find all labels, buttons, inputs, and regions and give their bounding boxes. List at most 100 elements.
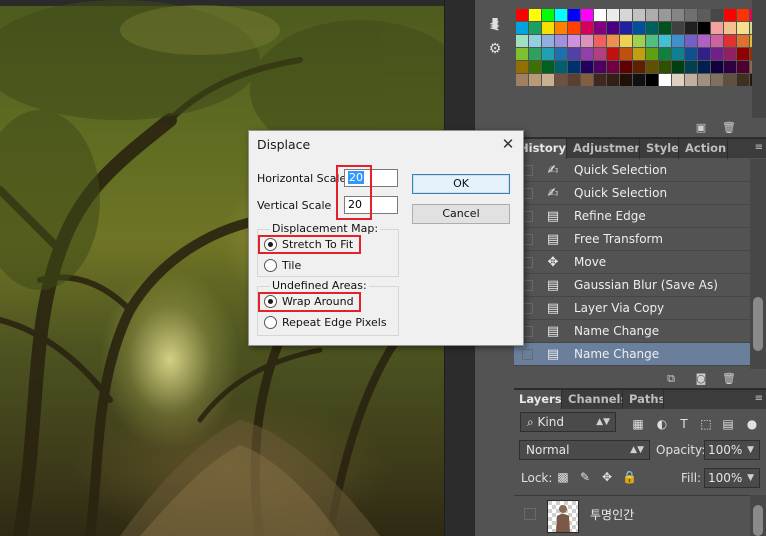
color-swatch[interactable] bbox=[672, 35, 684, 47]
color-swatch[interactable] bbox=[724, 9, 736, 21]
filter-toggle-icon[interactable]: ● bbox=[744, 417, 760, 431]
color-swatch[interactable] bbox=[620, 61, 632, 73]
color-swatch[interactable] bbox=[646, 61, 658, 73]
new-swatch-icon[interactable]: ▣ bbox=[694, 121, 708, 134]
color-swatch[interactable] bbox=[698, 9, 710, 21]
trash-icon[interactable]: 🗑 bbox=[722, 121, 736, 134]
history-item[interactable]: ▤ Refine Edge bbox=[514, 205, 750, 228]
color-swatch[interactable] bbox=[685, 74, 697, 86]
color-swatch[interactable] bbox=[516, 74, 528, 86]
new-document-from-state-icon[interactable]: ⧉ bbox=[664, 372, 678, 385]
history-item[interactable]: ▤ Layer Via Copy bbox=[514, 297, 750, 320]
color-swatch[interactable] bbox=[737, 9, 749, 21]
color-swatch[interactable] bbox=[633, 9, 645, 21]
color-swatch[interactable] bbox=[659, 61, 671, 73]
shape-filter-icon[interactable]: ⬚ bbox=[698, 417, 714, 431]
camera-icon[interactable]: ◙ bbox=[694, 372, 708, 385]
color-swatch[interactable] bbox=[724, 61, 736, 73]
color-swatch[interactable] bbox=[620, 35, 632, 47]
color-swatch[interactable] bbox=[516, 61, 528, 73]
color-swatch[interactable] bbox=[542, 22, 554, 34]
color-swatch[interactable] bbox=[633, 61, 645, 73]
color-swatch[interactable] bbox=[568, 61, 580, 73]
color-swatch[interactable] bbox=[594, 48, 606, 60]
cancel-button[interactable]: Cancel bbox=[412, 204, 510, 224]
color-swatch[interactable] bbox=[568, 22, 580, 34]
color-swatch[interactable] bbox=[659, 48, 671, 60]
color-swatch[interactable] bbox=[594, 35, 606, 47]
color-swatch[interactable] bbox=[685, 35, 697, 47]
color-swatch[interactable] bbox=[737, 61, 749, 73]
color-swatch[interactable] bbox=[724, 35, 736, 47]
color-swatch[interactable] bbox=[555, 22, 567, 34]
history-item[interactable]: ▤ Gaussian Blur (Save As) bbox=[514, 274, 750, 297]
color-swatch[interactable] bbox=[555, 74, 567, 86]
color-swatch[interactable] bbox=[529, 61, 541, 73]
color-swatch[interactable] bbox=[698, 22, 710, 34]
adjustment-filter-icon[interactable]: ◐ bbox=[654, 417, 670, 431]
color-swatch[interactable] bbox=[737, 22, 749, 34]
color-swatch[interactable] bbox=[633, 48, 645, 60]
color-swatch[interactable] bbox=[607, 22, 619, 34]
visibility-toggle[interactable] bbox=[524, 508, 536, 520]
trash-icon[interactable]: 🗑 bbox=[722, 372, 736, 385]
color-swatch[interactable] bbox=[581, 35, 593, 47]
color-swatch[interactable] bbox=[620, 22, 632, 34]
history-scrollbar-thumb[interactable] bbox=[753, 297, 763, 351]
color-swatch[interactable] bbox=[529, 35, 541, 47]
color-swatch[interactable] bbox=[620, 74, 632, 86]
color-swatch[interactable] bbox=[607, 35, 619, 47]
color-swatch[interactable] bbox=[581, 48, 593, 60]
color-swatch[interactable] bbox=[594, 22, 606, 34]
history-item[interactable]: ✍ Quick Selection bbox=[514, 182, 750, 205]
color-swatch[interactable] bbox=[646, 22, 658, 34]
color-swatch[interactable] bbox=[555, 61, 567, 73]
layer-row[interactable]: 투명인간 bbox=[514, 495, 750, 536]
color-swatch[interactable] bbox=[685, 22, 697, 34]
color-swatch[interactable] bbox=[698, 48, 710, 60]
color-swatch[interactable] bbox=[672, 22, 684, 34]
color-swatch[interactable] bbox=[672, 61, 684, 73]
color-swatch[interactable] bbox=[672, 74, 684, 86]
color-swatch[interactable] bbox=[659, 22, 671, 34]
color-swatch[interactable] bbox=[581, 74, 593, 86]
color-swatch[interactable] bbox=[698, 35, 710, 47]
color-swatch[interactable] bbox=[529, 74, 541, 86]
color-swatch[interactable] bbox=[581, 61, 593, 73]
color-swatch[interactable] bbox=[516, 35, 528, 47]
color-swatch[interactable] bbox=[529, 22, 541, 34]
opacity-field[interactable]: 100% ▼ bbox=[704, 440, 760, 460]
color-swatch[interactable] bbox=[555, 35, 567, 47]
color-swatch[interactable] bbox=[529, 48, 541, 60]
color-swatch[interactable] bbox=[659, 74, 671, 86]
color-swatch[interactable] bbox=[516, 22, 528, 34]
color-swatch[interactable] bbox=[594, 74, 606, 86]
color-swatch[interactable] bbox=[711, 61, 723, 73]
color-swatch[interactable] bbox=[516, 9, 528, 21]
color-swatch[interactable] bbox=[711, 35, 723, 47]
color-swatch[interactable] bbox=[620, 48, 632, 60]
color-swatch[interactable] bbox=[646, 35, 658, 47]
smart-object-filter-icon[interactable]: ▤ bbox=[720, 417, 736, 431]
color-swatch[interactable] bbox=[646, 74, 658, 86]
tab-styles[interactable]: Styles bbox=[641, 139, 679, 159]
color-swatch[interactable] bbox=[542, 35, 554, 47]
color-swatch[interactable] bbox=[633, 35, 645, 47]
color-swatch[interactable] bbox=[542, 9, 554, 21]
history-item[interactable]: ✍ Quick Selection bbox=[514, 159, 750, 182]
color-swatch[interactable] bbox=[594, 9, 606, 21]
lock-transparent-icon[interactable]: ▩ bbox=[556, 470, 570, 484]
history-item[interactable]: ✥ Move bbox=[514, 251, 750, 274]
layer-name[interactable]: 투명인간 bbox=[590, 506, 634, 523]
tab-layers[interactable]: Layers bbox=[514, 390, 562, 410]
lock-all-icon[interactable]: 🔒 bbox=[622, 470, 637, 484]
color-swatch[interactable] bbox=[711, 48, 723, 60]
color-swatch[interactable] bbox=[724, 22, 736, 34]
color-swatch[interactable] bbox=[685, 9, 697, 21]
lock-image-icon[interactable]: ✎ bbox=[578, 470, 592, 484]
history-scrollbar[interactable] bbox=[750, 159, 766, 369]
color-swatch[interactable] bbox=[698, 74, 710, 86]
color-swatch[interactable] bbox=[633, 22, 645, 34]
tile-option[interactable]: Tile bbox=[264, 258, 344, 274]
color-swatch[interactable] bbox=[711, 9, 723, 21]
